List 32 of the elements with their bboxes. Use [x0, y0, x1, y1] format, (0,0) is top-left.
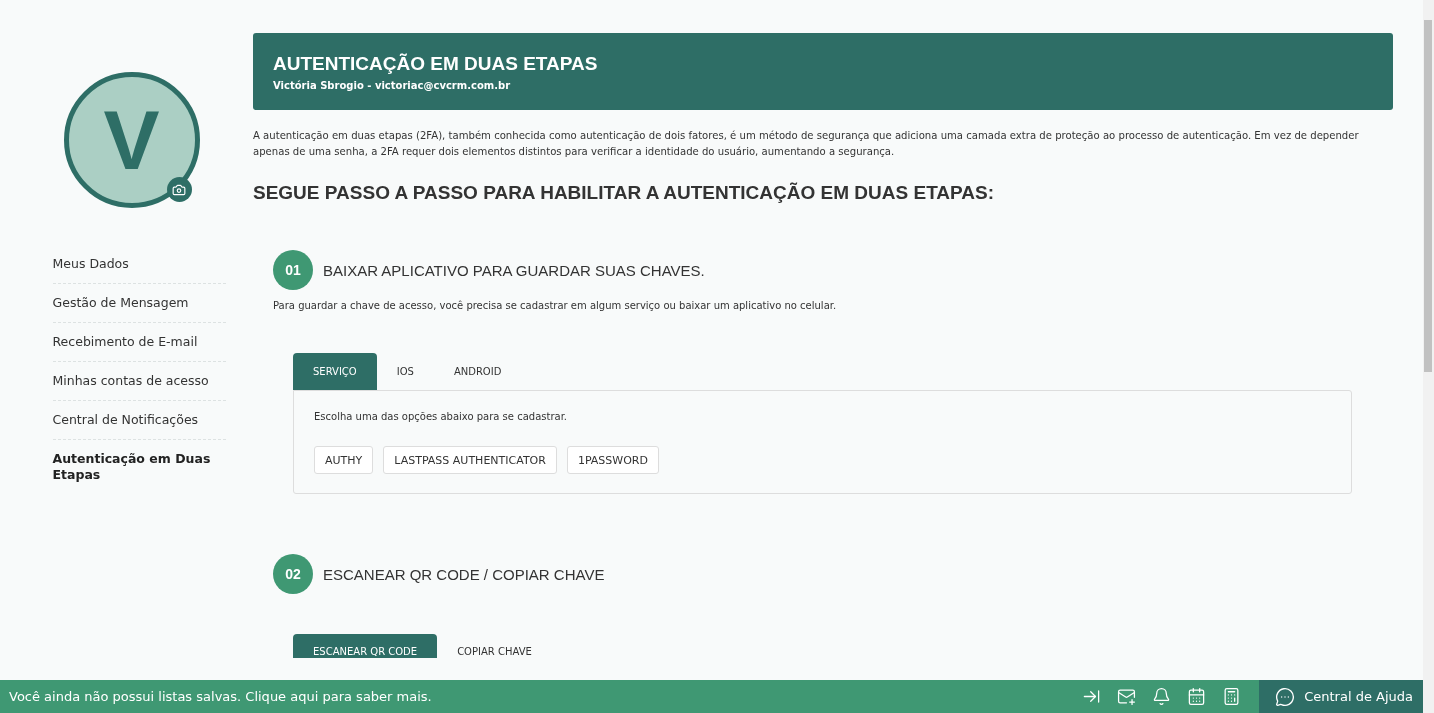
sidebar-item[interactable]: Autenticação em Duas Etapas: [52, 440, 226, 494]
section-title: SEGUE PASSO A PASSO PARA HABILITAR A AUTENTICAÇÃO EM DUAS ETAPAS:: [253, 182, 996, 204]
step-title: BAIXAR APLICATIVO PARA GUARDAR SUAS CHAVES.: [323, 261, 705, 279]
sidebar-item[interactable]: Meus Dados: [52, 245, 226, 284]
step-number: 02: [273, 554, 313, 594]
tab[interactable]: COPIAR CHAVE: [437, 634, 552, 658]
help-button[interactable]: Central de Ajuda: [1259, 680, 1423, 713]
avatar: V: [63, 72, 200, 208]
sidebar-item[interactable]: Minhas contas de acesso: [52, 362, 226, 401]
sidebar-item[interactable]: Gestão de Mensagem: [52, 284, 226, 323]
tab[interactable]: SERVIÇO: [293, 353, 377, 390]
user-info: Victória Sbrogio - victoriac@cvcrm.com.br: [273, 80, 512, 91]
step-number: 01: [273, 250, 313, 290]
option-button[interactable]: LASTPASS AUTHENTICATOR: [383, 446, 557, 474]
intro-paragraph: A autenticação em duas etapas (2FA), também conhecida como autenticação de dois fatores, é um método de segurança que adiciona uma camada extra de proteção ao processo de autenticação. Em vez de depender apenas de uma senha, a 2FA requer dois elementos distintos para verificar a identidade do usuário, aumentando a segurança.: [253, 129, 1360, 159]
step-description: Para guardar a chave de acesso, você precisa se cadastrar em algum serviço ou baixar um aplicativo no celular.: [273, 300, 838, 311]
page-title: AUTENTICAÇÃO EM DUAS ETAPAS: [273, 53, 599, 75]
step-title: ESCANEAR QR CODE / COPIAR CHAVE: [323, 565, 605, 583]
tab[interactable]: ESCANEAR QR CODE: [293, 634, 438, 658]
bell-icon[interactable]: [1152, 687, 1172, 706]
tab[interactable]: ANDROID: [433, 353, 522, 390]
sidebar-item[interactable]: Central de Notificações: [52, 401, 226, 440]
saved-lists-link[interactable]: Você ainda não possui listas salvas. Clique aqui para saber mais.: [0, 689, 1083, 704]
sidebar-item[interactable]: Recebimento de E-mail: [52, 323, 226, 362]
option-button[interactable]: AUTHY: [314, 446, 374, 474]
panel-text: Escolha uma das opções abaixo para se cadastrar.: [314, 411, 568, 422]
collapse-icon[interactable]: [1082, 687, 1102, 706]
tab[interactable]: IOS: [376, 353, 434, 390]
scrollbar[interactable]: [1423, 0, 1434, 713]
calendar-icon[interactable]: [1187, 687, 1207, 706]
chat-icon: [1275, 686, 1296, 707]
option-button[interactable]: 1PASSWORD: [566, 446, 659, 474]
